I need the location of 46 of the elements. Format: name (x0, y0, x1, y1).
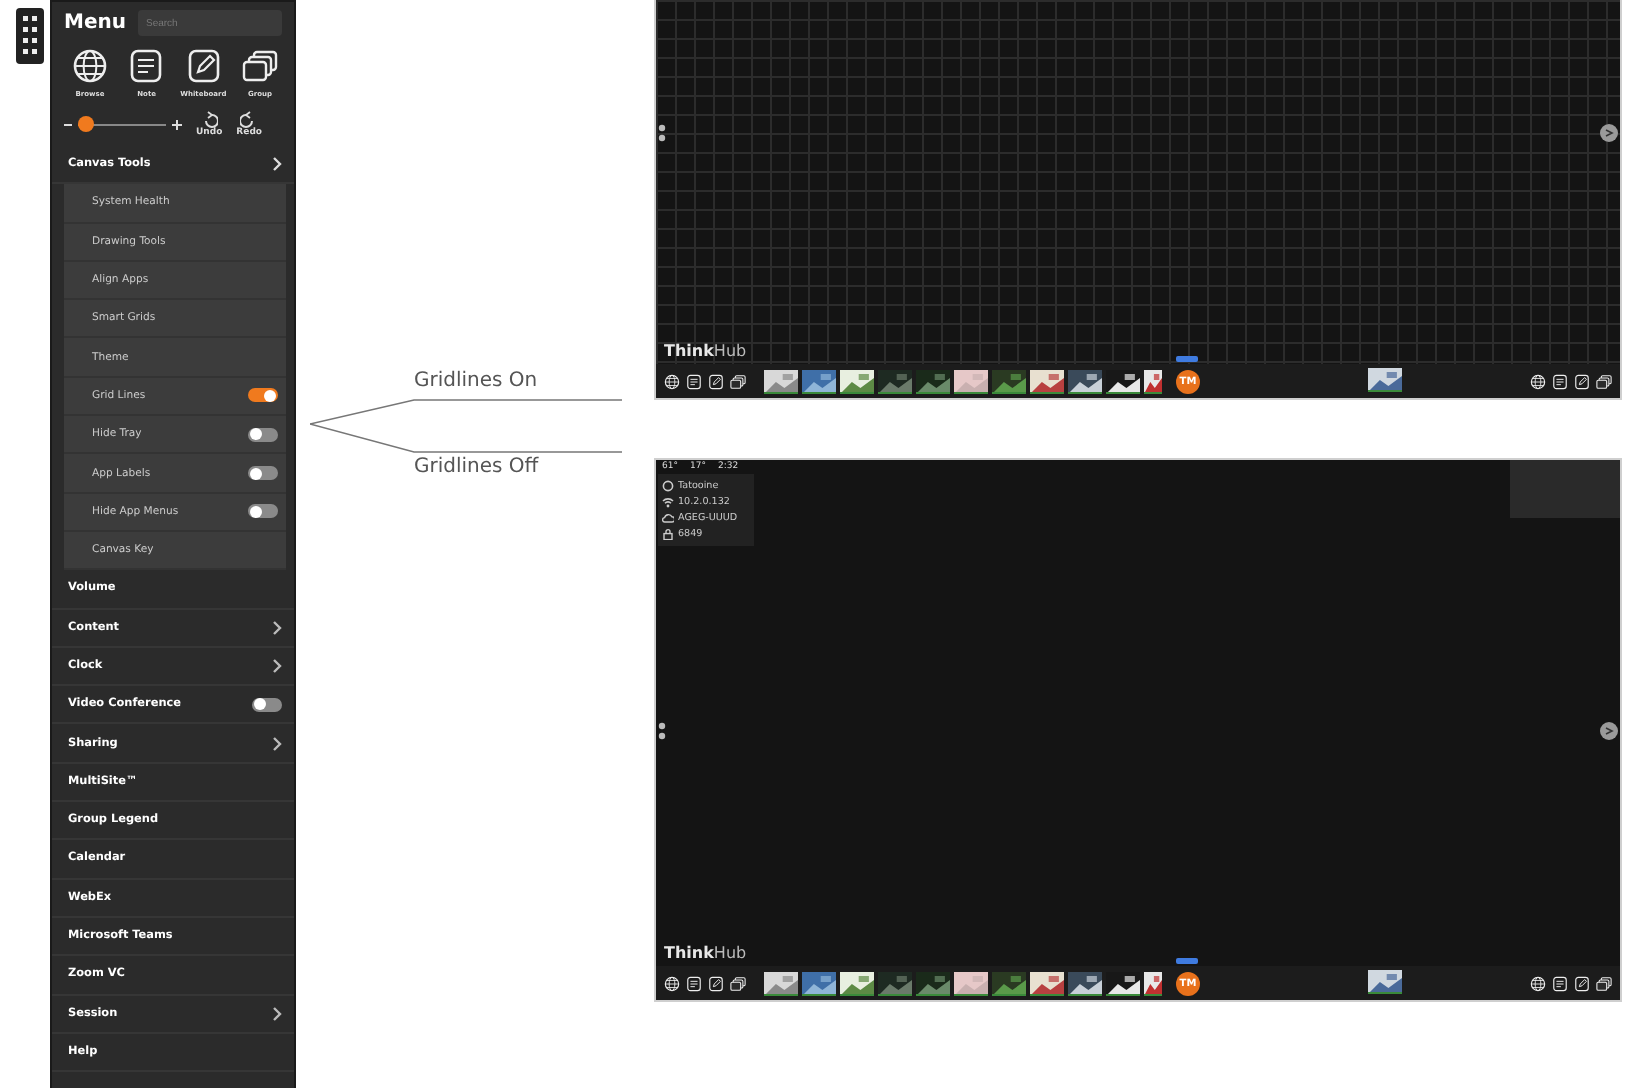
handle-icon[interactable] (656, 722, 668, 740)
wifi-icon (662, 496, 674, 508)
globe-icon[interactable] (1530, 373, 1546, 389)
tab-chip[interactable] (1176, 957, 1198, 963)
callout-label: Gridlines On (414, 370, 538, 392)
note-icon[interactable] (686, 373, 702, 389)
note-icon[interactable] (1552, 373, 1568, 389)
toggle-switch[interactable] (252, 697, 282, 712)
pencil-icon[interactable] (1574, 975, 1590, 991)
handle-icon[interactable] (1600, 124, 1618, 142)
callout-label: Gridlines Off (414, 456, 539, 478)
brand-logo: ThinkHub (662, 342, 747, 364)
minus-icon (64, 121, 72, 127)
toggle-switch[interactable] (248, 466, 278, 481)
corner-panel (1510, 460, 1620, 518)
note-icon[interactable] (128, 48, 165, 84)
plus-icon (172, 119, 182, 129)
redo-icon[interactable] (240, 110, 259, 128)
pencil-icon[interactable] (708, 975, 724, 991)
stack-icon[interactable] (730, 373, 746, 389)
globe-icon[interactable] (72, 48, 108, 84)
stack-icon[interactable] (730, 975, 746, 991)
slider-thumb[interactable] (77, 115, 94, 131)
toggle-switch[interactable] (248, 427, 278, 442)
cloud-icon (662, 512, 674, 524)
menu-title: Menu (64, 12, 126, 34)
undo-icon[interactable] (200, 110, 219, 128)
globe-icon[interactable] (664, 373, 680, 389)
pencil-icon[interactable] (708, 373, 724, 389)
pencil-icon[interactable] (185, 48, 222, 84)
lock-icon (662, 528, 674, 540)
globe-icon[interactable] (1530, 975, 1546, 991)
note-icon[interactable] (686, 975, 702, 991)
pencil-icon[interactable] (1574, 373, 1590, 389)
stack-icon[interactable] (1596, 975, 1612, 991)
toggle-switch[interactable] (248, 504, 278, 519)
tab-chip[interactable] (1176, 355, 1198, 361)
handle-icon[interactable] (1600, 722, 1618, 740)
handle-icon[interactable] (656, 124, 668, 142)
stack-icon[interactable] (241, 48, 278, 84)
note-icon[interactable] (1552, 975, 1568, 991)
globe-icon[interactable] (664, 975, 680, 991)
grip-handle[interactable] (16, 8, 44, 64)
toggle-switch[interactable] (248, 388, 278, 403)
brand-logo: ThinkHub (662, 944, 747, 966)
stack-icon[interactable] (1596, 373, 1612, 389)
